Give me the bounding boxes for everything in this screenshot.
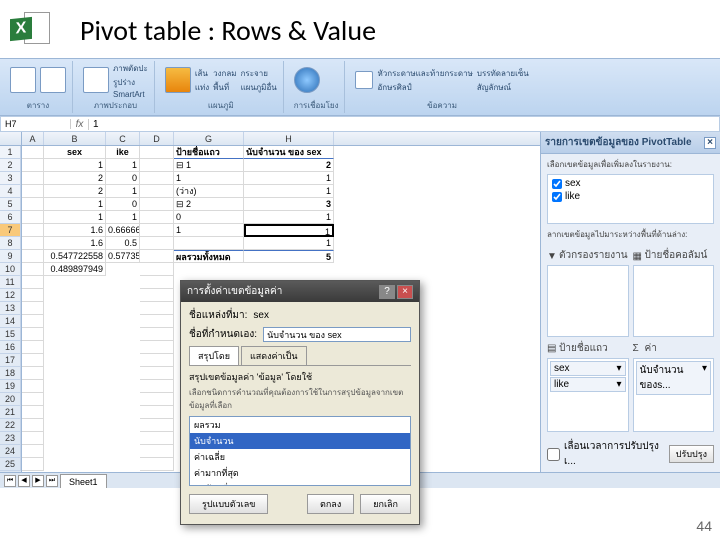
function-option[interactable]: ค่าน้อยที่สุด — [190, 481, 410, 486]
pivot-field-list: รายการเขตข้อมูลของ PivotTable× เลือกเขตข… — [540, 132, 720, 472]
formula-input[interactable]: 1 — [89, 119, 719, 130]
column-area-icon: ▦ — [633, 251, 643, 261]
values-drop-area[interactable]: นับจำนวน ของs...▾ — [633, 358, 715, 433]
sheet-tab[interactable]: Sheet1 — [60, 474, 107, 488]
field-list[interactable]: sex like — [547, 174, 714, 224]
function-option[interactable]: ค่าเฉลี่ย — [190, 449, 410, 465]
custom-name-input[interactable] — [263, 327, 411, 342]
function-option[interactable]: ผลรวม — [190, 417, 410, 433]
fx-icon[interactable]: fx — [71, 119, 89, 130]
tab-show-as[interactable]: แสดงค่าเป็น — [241, 346, 307, 365]
next-sheet-button[interactable]: ▶ — [32, 475, 44, 487]
tab-summarize[interactable]: สรุปโดย — [189, 346, 239, 365]
value-field[interactable]: นับจำนวน ของs...▾ — [636, 361, 712, 395]
column-chart-icon[interactable] — [165, 67, 191, 93]
page-number: 44 — [696, 518, 712, 534]
update-button[interactable]: ปรับปรุง — [669, 445, 714, 463]
excel-logo: X — [10, 10, 50, 50]
hyperlink-icon[interactable] — [294, 67, 320, 93]
dialog-close-icon[interactable]: × — [397, 285, 413, 299]
row-drop-area[interactable]: sex▾like▾ — [547, 358, 629, 433]
textbox-icon[interactable] — [355, 71, 373, 89]
prev-sheet-button[interactable]: ◀ — [18, 475, 30, 487]
picture-icon[interactable] — [83, 67, 109, 93]
row-field-like[interactable]: like▾ — [550, 377, 626, 392]
first-sheet-button[interactable]: ⏮ — [4, 475, 16, 487]
number-format-button[interactable]: รูปแบบตัวเลข — [189, 494, 268, 514]
function-option[interactable]: นับจำนวน — [190, 433, 410, 449]
formula-bar: H7 fx 1 — [0, 116, 720, 132]
function-option[interactable]: ค่ามากที่สุด — [190, 465, 410, 481]
page-title: Pivot table : Rows & Value — [80, 13, 376, 48]
name-box[interactable]: H7 — [1, 119, 71, 129]
values-area-icon: Σ — [633, 343, 643, 353]
column-drop-area[interactable] — [633, 265, 715, 337]
ribbon: ตาราง ภาพตัดปะรูปร่างSmartArtภาพประกอบ เ… — [0, 58, 720, 116]
select-all-corner[interactable] — [0, 132, 22, 145]
function-list[interactable]: ผลรวมนับจำนวนค่าเฉลี่ยค่ามากที่สุดค่าน้อ… — [189, 416, 411, 486]
field-like-checkbox[interactable] — [552, 192, 562, 202]
filter-icon: ▼ — [547, 251, 557, 261]
filter-drop-area[interactable] — [547, 265, 629, 337]
pivottable-icon[interactable] — [10, 67, 36, 93]
cancel-button[interactable]: ยกเลิก — [360, 494, 411, 514]
help-icon[interactable]: ? — [379, 285, 395, 299]
table-icon[interactable] — [40, 67, 66, 93]
row-headers[interactable]: 1234567891011121314151617181920212223242… — [0, 146, 22, 472]
field-sex-checkbox[interactable] — [552, 179, 562, 189]
ok-button[interactable]: ตกลง — [307, 494, 354, 514]
last-sheet-button[interactable]: ⏭ — [46, 475, 58, 487]
row-field-sex[interactable]: sex▾ — [550, 361, 626, 376]
row-area-icon: ▤ — [547, 343, 557, 353]
close-icon[interactable]: × — [704, 137, 716, 149]
defer-checkbox[interactable] — [547, 448, 560, 461]
value-field-settings-dialog: การตั้งค่าเขตข้อมูลค่า?× ชื่อแหล่งที่มา:… — [180, 280, 420, 525]
